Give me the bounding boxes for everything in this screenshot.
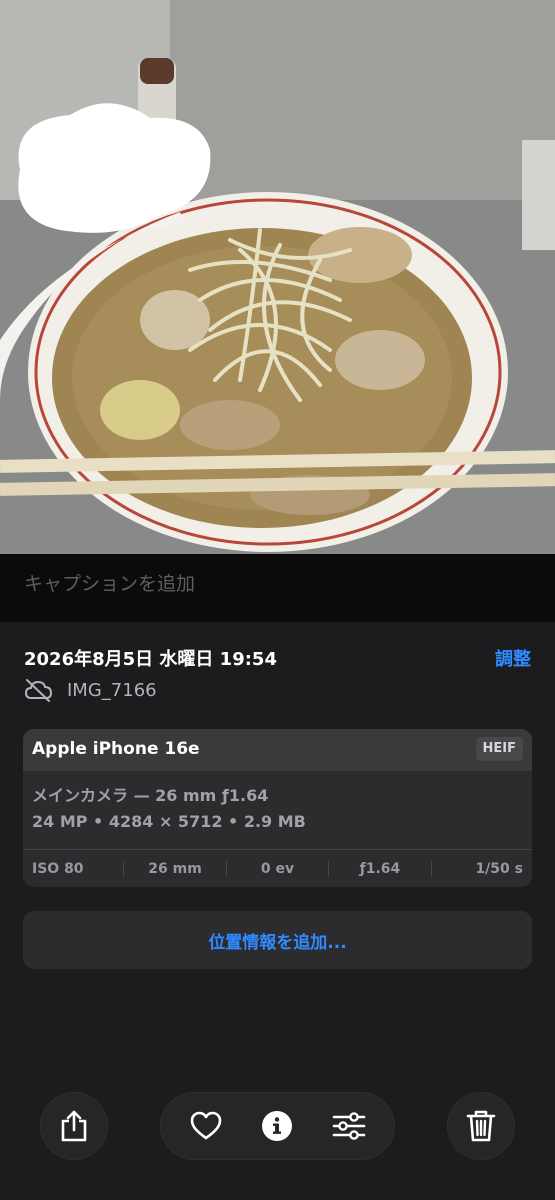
- action-pill: [160, 1092, 395, 1160]
- share-icon: [61, 1110, 87, 1142]
- camera-model: Apple iPhone 16e: [32, 739, 200, 759]
- delete-button[interactable]: [447, 1092, 515, 1160]
- sliders-icon: [332, 1112, 366, 1140]
- image-specs: 24 MP • 4284 × 5712 • 2.9 MB: [32, 812, 306, 831]
- add-location-button[interactable]: 位置情報を追加...: [23, 911, 532, 969]
- info-button[interactable]: [251, 1100, 303, 1152]
- share-button[interactable]: [40, 1092, 108, 1160]
- exif-exposure-bias: 0 ev: [260, 860, 295, 877]
- caption-input[interactable]: [24, 573, 524, 595]
- camera-card: Apple iPhone 16e HEIF メインカメラ — 26 mm ƒ1.…: [23, 729, 532, 887]
- cloud-slash-icon: [24, 679, 53, 702]
- heart-icon: [190, 1111, 222, 1140]
- edit-button[interactable]: [323, 1100, 375, 1152]
- exif-iso: ISO 80: [32, 860, 84, 877]
- favorite-button[interactable]: [180, 1100, 232, 1152]
- format-badge: HEIF: [475, 737, 523, 761]
- exif-focal-length: 26 mm: [148, 860, 202, 877]
- adjust-button[interactable]: 調整: [495, 645, 531, 671]
- camera-card-header: Apple iPhone 16e HEIF: [23, 729, 532, 771]
- exif-row: ISO 80 26 mm 0 ev ƒ1.64 1/50 s: [23, 850, 532, 887]
- exif-aperture: ƒ1.64: [359, 860, 401, 877]
- file-row: IMG_7166: [24, 678, 157, 702]
- trash-icon: [466, 1110, 496, 1142]
- info-icon: [262, 1111, 293, 1141]
- file-name: IMG_7166: [67, 679, 157, 701]
- photo-datetime: 2026年8月5日 水曜日 19:54: [24, 649, 277, 670]
- photo-view[interactable]: [0, 0, 555, 554]
- lens-info: メインカメラ — 26 mm ƒ1.64: [32, 786, 269, 805]
- ramen-photo: [0, 0, 555, 554]
- exif-shutter: 1/50 s: [475, 860, 523, 877]
